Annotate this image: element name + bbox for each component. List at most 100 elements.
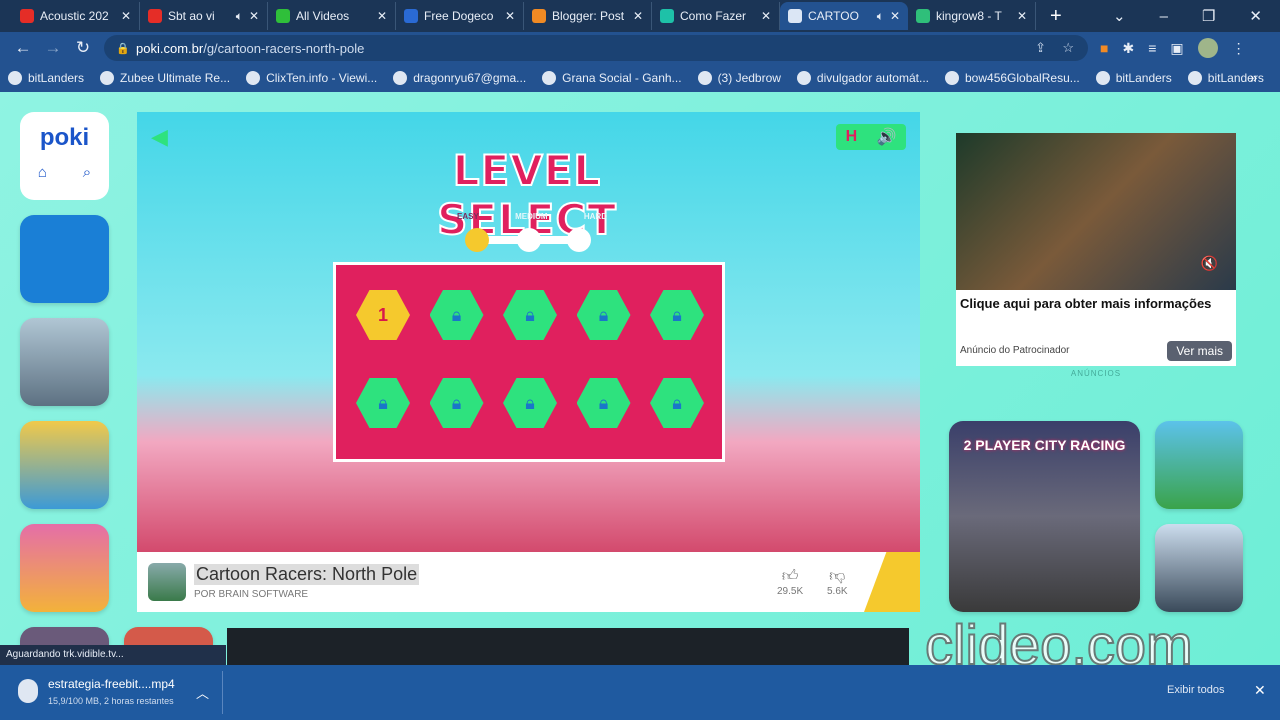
bookmark-item[interactable]: dragonryu67@gma... (393, 71, 526, 85)
difficulty-hard[interactable]: HARD (584, 212, 607, 221)
bookmark-item[interactable]: bitLanders (1095, 71, 1172, 85)
lock-icon: 🔒︎ (525, 304, 535, 325)
difficulty-knob[interactable] (465, 228, 489, 252)
locked-level-button[interactable]: 🔒︎ (429, 290, 484, 340)
dislike-button[interactable]: 👎︎ 5.6K (827, 567, 848, 597)
sound-icon[interactable]: 🔊 (876, 127, 896, 147)
maximize-button[interactable]: ❐ (1202, 7, 1215, 25)
bookmark-item[interactable]: bow456GlobalResu... (945, 71, 1080, 85)
tab[interactable]: Acoustic 202 ✕ (12, 2, 140, 30)
tab[interactable]: CARTOO 🔈︎ ✕ (780, 2, 908, 30)
bookmarks-bar: bitLanders Zubee Ultimate Re... ClixTen.in… (0, 64, 1280, 92)
close-tab-button[interactable]: ✕ (249, 9, 259, 23)
avatar[interactable] (1197, 38, 1218, 58)
tab[interactable]: kingrow8 - T ✕ (908, 2, 1036, 30)
globe-icon (100, 71, 115, 85)
audio-icon[interactable]: 🔈︎ (877, 9, 884, 24)
locked-level-button[interactable]: 🔒︎ (650, 290, 704, 340)
back-arrow-icon[interactable]: ◀ (151, 124, 168, 150)
globe-icon (246, 71, 261, 85)
locked-level-button[interactable]: 🔒︎ (429, 378, 484, 428)
metamask-icon[interactable]: ■ (1100, 40, 1108, 56)
extensions-icon[interactable]: ✱ (1122, 40, 1134, 57)
game-thumbnail[interactable] (20, 524, 109, 612)
game-canvas[interactable]: ◀ H 🔊 LEVEL SELECT EASY MEDIUM HARD 1 🔒︎ 🔒… (137, 112, 920, 552)
forward-button[interactable]: → (38, 38, 68, 58)
poki-icon (788, 9, 802, 23)
tab-title: Acoustic 202 (40, 9, 109, 23)
tab[interactable]: Blogger: Post ✕ (524, 2, 652, 30)
lock-icon: 🔒︎ (451, 304, 462, 325)
game-icon (148, 563, 186, 601)
ad-card[interactable]: 🔇 Clique aqui para obter mais informaçõe… (956, 133, 1236, 366)
globe-icon (796, 71, 811, 85)
search-icon[interactable]: ⌕ (83, 164, 91, 181)
game-thumbnail[interactable] (20, 215, 109, 303)
locked-level-button[interactable]: 🔒︎ (576, 290, 631, 340)
lock-icon: 🔒︎ (598, 392, 609, 413)
more-bookmarks-icon[interactable]: » (1250, 70, 1257, 85)
game-thumbnail[interactable] (1155, 421, 1243, 509)
close-tab-button[interactable]: ✕ (377, 9, 387, 23)
mute-icon[interactable]: 🔇 (1201, 255, 1218, 272)
game-thumbnail[interactable] (1155, 524, 1243, 612)
locked-level-button[interactable]: 🔒︎ (503, 378, 557, 428)
bookmark-item[interactable]: ClixTen.info - Viewi... (246, 71, 377, 85)
featured-game-thumbnail[interactable]: 2 PLAYER CITY RACING (949, 421, 1140, 612)
close-window-button[interactable]: ✕ (1249, 7, 1262, 25)
poki-logo[interactable]: poki (20, 124, 109, 152)
close-download-bar-button[interactable]: ✕ (1254, 682, 1266, 699)
download-filename[interactable]: estrategia-freebit....mp4 (48, 677, 175, 691)
bookmark-star-icon[interactable]: ☆ (1062, 40, 1074, 56)
close-tab-button[interactable]: ✕ (505, 9, 515, 23)
locked-level-button[interactable]: 🔒︎ (576, 378, 631, 428)
back-button[interactable]: ← (8, 38, 38, 58)
tab[interactable]: Free Dogeco ✕ (396, 2, 524, 30)
difficulty-easy[interactable]: EASY (457, 212, 479, 221)
ad-video[interactable]: 🔇 (956, 133, 1236, 290)
tab[interactable]: Como Fazer ✕ (652, 2, 780, 30)
bookmark-item[interactable]: Grana Social - Ganh... (542, 71, 682, 85)
status-bar: Aguardando trk.vidible.tv... (0, 645, 226, 665)
bookmark-item[interactable]: (3) Jedbrow (697, 71, 781, 85)
show-all-downloads-button[interactable]: Exibir todos (1167, 684, 1224, 696)
menu-icon[interactable]: ⋮ (1232, 40, 1246, 57)
download-options-icon[interactable]: ︿ (196, 683, 209, 702)
url-input[interactable]: 🔒 poki.com.br/g/cartoon-racers-north-pol… (104, 35, 1088, 61)
ad-headline[interactable]: Clique aqui para obter mais informações (960, 296, 1232, 311)
home-icon[interactable]: ⌂ (38, 164, 47, 181)
window-controls: ⌄ – ❐ ✕ (1113, 0, 1280, 32)
game-thumbnail[interactable] (20, 318, 109, 406)
media-icon[interactable]: ≡ (1148, 40, 1156, 56)
close-tab-button[interactable]: ✕ (1017, 9, 1027, 23)
locked-level-button[interactable]: 🔒︎ (650, 378, 704, 428)
share-icon[interactable]: ⇪ (1035, 40, 1046, 56)
minimize-button[interactable]: – (1160, 8, 1168, 25)
close-tab-button[interactable]: ✕ (890, 9, 900, 23)
difficulty-medium[interactable]: MEDIUM (515, 212, 547, 221)
bookmark-item[interactable]: bitLanders (8, 71, 84, 85)
locked-level-button[interactable]: 🔒︎ (356, 378, 410, 428)
locked-level-button[interactable]: 🔒︎ (503, 290, 557, 340)
tab[interactable]: Sbt ao vi 🔈︎ ✕ (140, 2, 268, 30)
hud-button[interactable]: H (846, 128, 858, 146)
ad-cta-button[interactable]: Ver mais (1167, 341, 1232, 361)
reload-button[interactable]: ↻ (68, 38, 98, 58)
tab[interactable]: All Videos ✕ (268, 2, 396, 30)
bookmark-item[interactable]: Zubee Ultimate Re... (100, 71, 230, 85)
download-bar: estrategia-freebit....mp4 15,9/100 MB, 2… (0, 665, 1280, 720)
new-tab-button[interactable]: + (1050, 5, 1062, 28)
close-tab-button[interactable]: ✕ (121, 9, 131, 23)
audio-icon[interactable]: 🔈︎ (236, 9, 243, 24)
game-thumbnail[interactable] (20, 421, 109, 509)
sidepanel-icon[interactable]: ▣ (1170, 40, 1183, 57)
game-title: Cartoon Racers: North Pole (194, 564, 420, 585)
bookmark-item[interactable]: divulgador automát... (796, 71, 929, 85)
tab-search-icon[interactable]: ⌄ (1113, 7, 1126, 25)
level-button[interactable]: 1 (356, 290, 410, 340)
drop-icon (404, 9, 418, 23)
like-button[interactable]: 👍︎ 29.5K (777, 567, 803, 597)
globe-icon (697, 71, 712, 85)
close-tab-button[interactable]: ✕ (761, 9, 771, 23)
close-tab-button[interactable]: ✕ (633, 9, 643, 23)
